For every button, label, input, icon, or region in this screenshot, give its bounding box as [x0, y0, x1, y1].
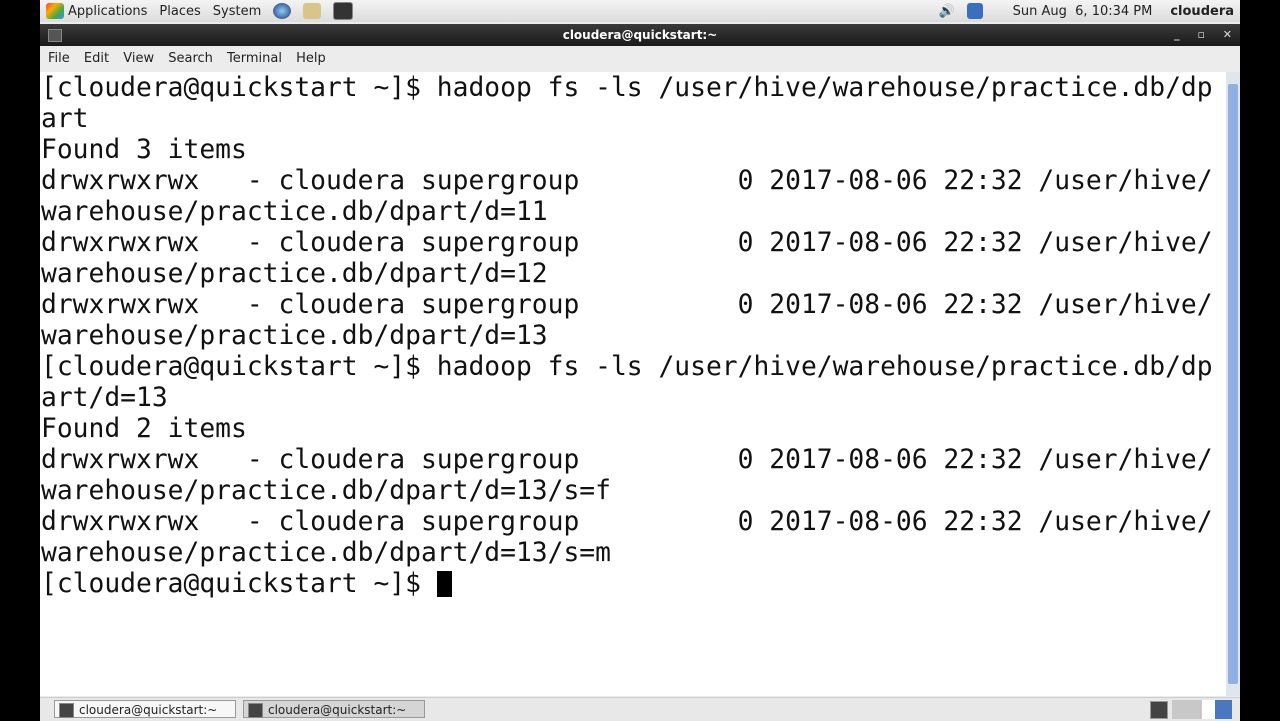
scrollbar-thumb[interactable]: [1228, 84, 1238, 684]
menu-places[interactable]: Places: [159, 4, 200, 19]
mail-icon[interactable]: [303, 3, 322, 19]
menu-system[interactable]: System: [213, 4, 261, 19]
terminal-lines: [cloudera@quickstart ~]$ hadoop fs -ls /…: [41, 73, 1213, 600]
terminal-line: art/d=13: [41, 383, 168, 413]
top-panel: Applications Places System 🔊 Sun Aug 6, …: [40, 0, 1240, 22]
terminal-line: drwxrwxrwx - cloudera supergroup 0 2017-…: [41, 228, 1213, 258]
terminal-line: warehouse/practice.db/dpart/d=13: [41, 321, 548, 351]
taskbar: cloudera@quickstart:~ cloudera@quickstar…: [40, 697, 1240, 721]
minimize-button[interactable]: _: [1174, 28, 1180, 41]
menu-help[interactable]: Help: [296, 51, 326, 66]
menu-terminal[interactable]: Terminal: [227, 51, 282, 66]
terminal-line: warehouse/practice.db/dpart/d=12: [41, 259, 548, 289]
scrollbar[interactable]: [1226, 72, 1240, 696]
workspace-switcher[interactable]: [1172, 700, 1232, 719]
window-menu-icon[interactable]: [48, 29, 62, 42]
task-label: cloudera@quickstart:~: [79, 703, 218, 717]
menu-applications[interactable]: Applications: [68, 4, 147, 19]
volume-icon[interactable]: 🔊: [938, 4, 954, 19]
terminal-line: drwxrwxrwx - cloudera supergroup 0 2017-…: [41, 507, 1213, 537]
menu-file[interactable]: File: [48, 51, 70, 66]
menu-edit[interactable]: Edit: [84, 51, 109, 66]
menu-search[interactable]: Search: [168, 51, 213, 66]
terminal-line: [cloudera@quickstart ~]$: [41, 569, 1213, 600]
window-title: cloudera@quickstart:~: [562, 28, 718, 42]
terminal-icon: [59, 703, 74, 718]
window-titlebar[interactable]: cloudera@quickstart:~ _ ▫ ✕: [40, 24, 1240, 46]
terminal-line: [cloudera@quickstart ~]$ hadoop fs -ls /…: [41, 73, 1213, 103]
menu-view[interactable]: View: [123, 51, 154, 66]
terminal-line: warehouse/practice.db/dpart/d=11: [41, 197, 548, 227]
desktop: Applications Places System 🔊 Sun Aug 6, …: [40, 0, 1240, 721]
taskbar-item-terminal-2[interactable]: cloudera@quickstart:~: [243, 700, 425, 718]
terminal-icon: [248, 703, 263, 718]
terminal-line: Found 2 items: [41, 414, 247, 444]
terminal-line: drwxrwxrwx - cloudera supergroup 0 2017-…: [41, 166, 1213, 196]
show-desktop-button[interactable]: [1150, 701, 1168, 719]
terminal-line: art: [41, 104, 89, 134]
terminal-output[interactable]: [cloudera@quickstart ~]$ hadoop fs -ls /…: [40, 72, 1226, 696]
menu-bar: File Edit View Search Terminal Help: [40, 47, 1240, 71]
user-name[interactable]: cloudera: [1170, 4, 1234, 19]
terminal-line: warehouse/practice.db/dpart/d=13/s=f: [41, 476, 611, 506]
terminal-launcher-icon[interactable]: [333, 2, 354, 20]
terminal-line: drwxrwxrwx - cloudera supergroup 0 2017-…: [41, 290, 1213, 320]
maximize-button[interactable]: ▫: [1197, 28, 1204, 41]
network-icon[interactable]: [966, 3, 983, 19]
terminal-line: warehouse/practice.db/dpart/d=13/s=m: [41, 538, 611, 568]
taskbar-item-terminal-1[interactable]: cloudera@quickstart:~: [54, 700, 236, 718]
clock[interactable]: Sun Aug 6, 10:34 PM: [1013, 4, 1153, 19]
browser-globe-icon[interactable]: [273, 3, 292, 19]
task-label: cloudera@quickstart:~: [268, 703, 407, 717]
text-cursor: [436, 571, 452, 597]
terminal-line: [cloudera@quickstart ~]$ hadoop fs -ls /…: [41, 352, 1213, 382]
terminal-line: drwxrwxrwx - cloudera supergroup 0 2017-…: [41, 445, 1213, 475]
applications-logo-icon: [46, 3, 64, 19]
close-button[interactable]: ✕: [1223, 28, 1232, 41]
terminal-line: Found 3 items: [41, 135, 247, 165]
